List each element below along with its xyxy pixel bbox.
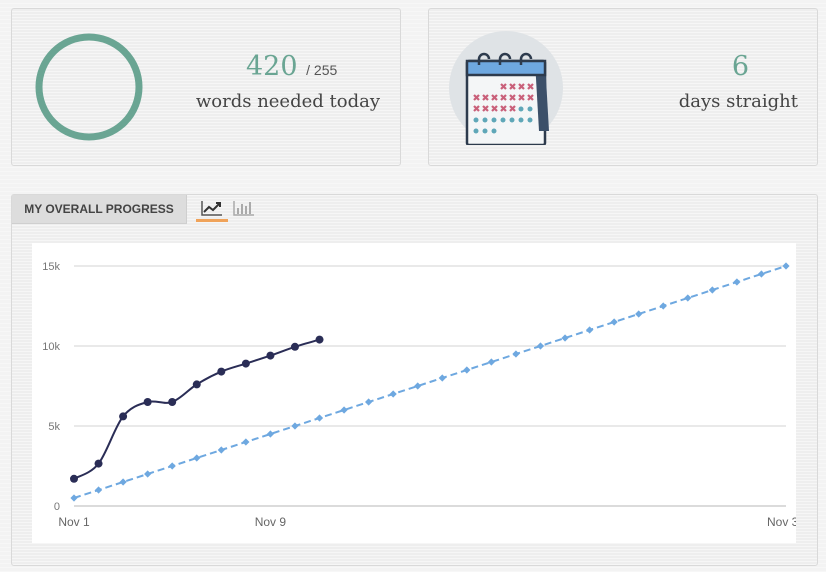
streak-card: 6 days straight [428, 8, 818, 166]
x-tick-label: Nov 1 [58, 515, 90, 529]
bar-chart-icon[interactable] [232, 199, 256, 217]
y-tick-label: 5k [48, 421, 60, 433]
target-point [438, 374, 446, 382]
x-tick-label: Nov 9 [255, 515, 287, 529]
target-point [512, 350, 520, 358]
target-point [340, 406, 348, 414]
calendar-icon [465, 52, 549, 147]
target-point [217, 446, 225, 454]
y-tick-label: 15k [42, 261, 60, 273]
words-needed-value-group: 420 / 255 [246, 51, 337, 82]
calendar-icon-background [449, 31, 563, 147]
words-needed-card: 420 / 255 words needed today [11, 8, 401, 166]
target-point [119, 478, 127, 486]
actual-point [94, 459, 103, 468]
target-point [659, 302, 667, 310]
target-point [487, 358, 495, 366]
line-chart-icon[interactable] [200, 199, 224, 217]
target-point [782, 262, 790, 270]
words-needed-value: 420 [246, 51, 298, 82]
target-point [291, 422, 299, 430]
actual-point [70, 474, 78, 483]
overall-progress-card: MY OVERALL PROGRESS 0 5k 10k 15k Nov 1 Nov 9 N… [11, 194, 818, 566]
target-point [585, 326, 594, 334]
target-point [463, 366, 471, 374]
target-point [389, 390, 397, 398]
target-point [536, 342, 545, 350]
target-point [414, 382, 422, 390]
target-point [733, 278, 741, 286]
actual-point [143, 398, 152, 406]
target-point [94, 486, 103, 494]
words-progress-ring [35, 33, 143, 141]
active-tab-indicator [196, 219, 228, 222]
actual-point [217, 367, 226, 376]
words-goal: / 255 [306, 62, 338, 78]
target-point [168, 462, 176, 470]
actual-point [119, 412, 128, 421]
target-point [193, 454, 201, 462]
progress-chart: 0 5k 10k 15k Nov 1 Nov 9 Nov 30 [32, 243, 805, 543]
actual-point [192, 380, 201, 389]
target-point [365, 398, 373, 406]
streak-value: 6 [731, 51, 749, 82]
actual-point [241, 359, 250, 368]
y-tick-label: 0 [54, 501, 60, 513]
progress-chart-svg: 0 5k 10k 15k Nov 1 Nov 9 Nov 30 [42, 261, 805, 529]
target-point [610, 318, 618, 326]
target-point [757, 270, 766, 278]
target-series-line [73, 265, 787, 499]
target-point [144, 470, 152, 478]
actual-point [290, 342, 299, 351]
target-point [635, 310, 643, 318]
target-point [684, 294, 692, 302]
streak-label: days straight [678, 91, 798, 112]
actual-point [315, 335, 324, 344]
target-point [266, 430, 275, 438]
target-point [315, 414, 324, 422]
target-point [708, 286, 716, 294]
actual-point [168, 398, 177, 406]
words-needed-label: words needed today [195, 91, 380, 112]
actual-point [266, 351, 275, 360]
target-point [242, 438, 250, 446]
progress-title: MY OVERALL PROGRESS [12, 195, 187, 224]
x-tick-label: Nov 30 [767, 515, 796, 529]
target-point [561, 334, 569, 342]
y-tick-label: 10k [42, 341, 60, 353]
target-point [70, 494, 78, 502]
